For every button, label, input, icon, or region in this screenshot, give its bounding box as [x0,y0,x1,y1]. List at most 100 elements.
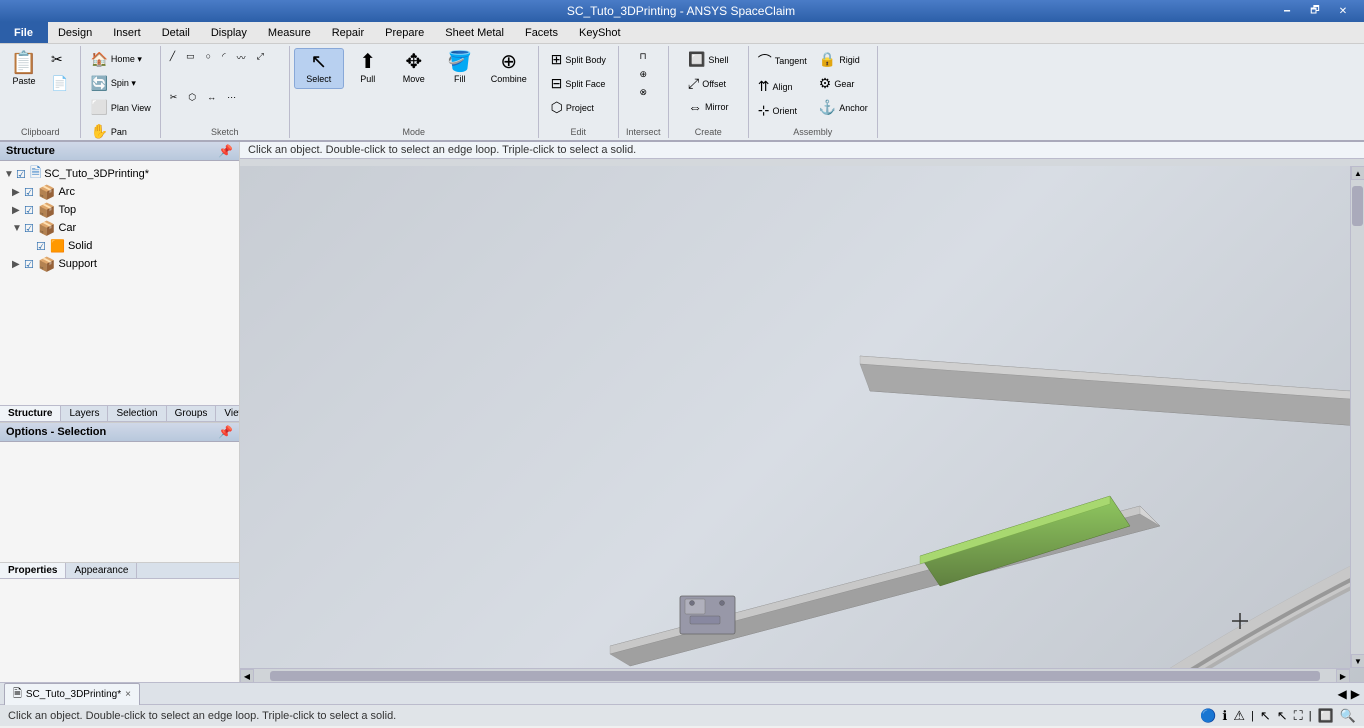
tree-item-support[interactable]: ▶ ☑ 📦 Support [0,255,239,273]
minimize-button[interactable]: 🗕 [1274,3,1300,19]
menu-measure[interactable]: Measure [258,22,322,43]
tab-groups[interactable]: Groups [167,406,217,421]
horizontal-scrollbar[interactable]: ◀ ▶ [240,668,1350,682]
split-face-button[interactable]: ⊟ Split Face [546,72,611,95]
sketch-spline-button[interactable]: 〰 [232,48,251,67]
shell-button[interactable]: 🔲 Shell [683,48,734,71]
rigid-button[interactable]: 🔒 Rigid [814,48,873,71]
tree-item-arc[interactable]: ▶ ☑ 📦 Arc [0,183,239,201]
status-icon-8[interactable]: 🔍 [1340,708,1356,724]
sketch-arc-button[interactable]: ◜ [217,48,231,65]
pan-button[interactable]: ✋ Pan [85,120,155,143]
tab-selection[interactable]: Selection [108,406,166,421]
nav-left-button[interactable]: ◀ [1338,687,1347,701]
sketch-rect-button[interactable]: ▭ [181,48,200,65]
spin-button[interactable]: 🔄 Spin ▾ [85,72,155,95]
tab-properties[interactable]: Properties [0,563,66,578]
menu-detail[interactable]: Detail [152,22,201,43]
status-icon-1[interactable]: 🔵 [1200,708,1216,724]
tree-check-top[interactable]: ☑ [24,204,38,217]
scroll-up-button[interactable]: ▲ [1351,166,1364,180]
tangent-button[interactable]: ⌒ Tangent [753,48,812,74]
status-icon-6[interactable]: ⛶ [1294,708,1303,724]
scroll-right-button[interactable]: ▶ [1336,669,1350,682]
tree-expand-top[interactable]: ▶ [12,205,24,216]
paste-button[interactable]: 📋 Paste [4,48,44,91]
close-tab-button[interactable]: × [125,689,131,700]
tree-item-solid[interactable]: ☑ 🟧 Solid [0,237,239,255]
tree-check-car[interactable]: ☑ [24,222,38,235]
document-tab[interactable]: 🗎 SC_Tuto_3DPrinting* × [4,683,140,705]
menu-repair[interactable]: Repair [322,22,375,43]
pull-button[interactable]: ⬆ Pull [346,48,390,89]
tree-item-root[interactable]: ▼ ☑ 🗎 SC_Tuto_3DPrinting* [0,165,239,183]
tree-check-support[interactable]: ☑ [24,258,38,271]
sketch-trim-button[interactable]: ✂ [165,89,183,106]
intersect-btn1[interactable]: ⊓ [634,48,652,65]
nav-right-button[interactable]: ▶ [1351,687,1360,701]
align-button[interactable]: ⇈ Align [753,75,812,98]
tree-check-solid[interactable]: ☑ [36,240,50,253]
offset-button[interactable]: ⤢ Offset [683,72,734,95]
anchor-button[interactable]: ⚓ Anchor [814,96,873,119]
orient-assy-button[interactable]: ⊹ Orient [753,99,812,122]
sketch-project-button[interactable]: ⬡ [183,89,201,106]
menu-facets[interactable]: Facets [515,22,569,43]
cut-button[interactable]: ✂ [46,48,76,71]
sketch-line-button[interactable]: ╱ [165,48,180,65]
ribbon-group-sketch: ╱ ▭ ○ ◜ 〰 ⤢ ✂ ⬡ ↔ ⋯ Sketch [161,46,290,138]
scroll-thumb-v[interactable] [1352,186,1363,226]
menu-insert[interactable]: Insert [103,22,152,43]
project-button[interactable]: ⬡ Project [546,96,611,119]
tree-expand-root[interactable]: ▼ [4,169,16,180]
sketch-offset-button[interactable]: ⤢ [252,48,269,65]
options-pin-button[interactable]: 📌 [218,425,233,439]
menu-prepare[interactable]: Prepare [375,22,435,43]
canvas-area[interactable]: Z Y X Z [240,166,1364,682]
tab-views[interactable]: Views [216,406,239,421]
tree-expand-car[interactable]: ▼ [12,223,24,234]
status-icon-3[interactable]: ⚠ [1233,708,1245,724]
structure-pin-button[interactable]: 📌 [218,144,233,158]
status-icon-4[interactable]: ↖ [1260,708,1271,724]
tree-check-arc[interactable]: ☑ [24,186,38,199]
sketch-dim-button[interactable]: ↔ [202,89,221,105]
tab-layers[interactable]: Layers [61,406,108,421]
sketch-construct-button[interactable]: ⋯ [222,89,241,106]
vertical-scrollbar[interactable]: ▲ ▼ [1350,166,1364,668]
tab-structure[interactable]: Structure [0,406,61,421]
fill-button[interactable]: 🪣 Fill [438,48,482,89]
status-icon-2[interactable]: ℹ [1222,708,1227,724]
close-button[interactable]: ✕ [1330,3,1356,19]
tree-check-root[interactable]: ☑ [16,168,30,181]
menu-keyshot[interactable]: KeyShot [569,22,632,43]
intersect-btn3[interactable]: ⊗ [634,84,652,101]
status-icon-5[interactable]: ↖ [1277,708,1288,724]
combine-button[interactable]: ⊕ Combine [484,48,534,89]
tree-expand-arc[interactable]: ▶ [12,187,24,198]
select-button[interactable]: ↖ Select [294,48,344,89]
restore-button[interactable]: 🗗 [1302,3,1328,19]
menu-sheetmetal[interactable]: Sheet Metal [435,22,515,43]
menu-design[interactable]: Design [48,22,103,43]
scroll-thumb-h[interactable] [270,671,1320,681]
gear-button[interactable]: ⚙ Gear [814,72,873,95]
split-body-button[interactable]: ⊞ Split Body [546,48,611,71]
menu-file[interactable]: File [0,22,48,43]
scroll-left-button[interactable]: ◀ [240,669,254,682]
align-icon: ⇈ [758,78,770,95]
tree-expand-support[interactable]: ▶ [12,259,24,270]
tree-item-car[interactable]: ▼ ☑ 📦 Car [0,219,239,237]
scroll-down-button[interactable]: ▼ [1351,654,1364,668]
sketch-circle-button[interactable]: ○ [201,48,216,64]
intersect-btn2[interactable]: ⊕ [634,66,652,83]
tree-item-top[interactable]: ▶ ☑ 📦 Top [0,201,239,219]
menu-display[interactable]: Display [201,22,258,43]
copy-button[interactable]: 📄 [46,72,76,95]
plan-view-button[interactable]: ⬜ Plan View [85,96,155,119]
status-icon-7[interactable]: 🔲 [1318,708,1334,724]
mirror-button[interactable]: ⇔ Mirror [683,96,734,118]
tab-appearance[interactable]: Appearance [66,563,137,578]
home-button[interactable]: 🏠 Home ▾ [85,48,155,71]
move-button[interactable]: ✥ Move [392,48,436,89]
